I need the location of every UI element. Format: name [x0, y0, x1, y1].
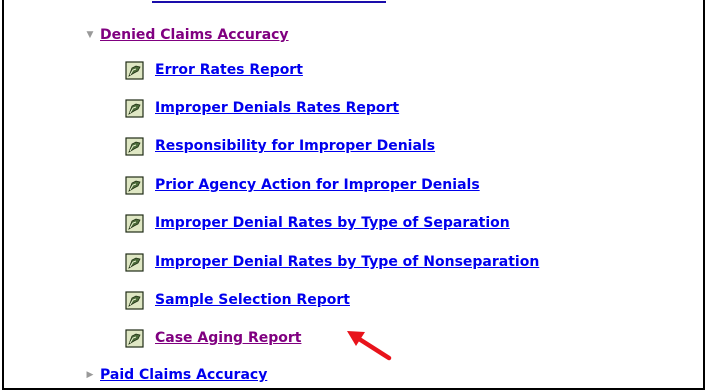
sample-selection-report-link[interactable]: Sample Selection Report [155, 292, 350, 308]
list-item-case-aging-report[interactable]: Case Aging Report [125, 326, 301, 350]
report-icon[interactable] [125, 60, 144, 80]
paid-claims-accuracy-link[interactable]: Paid Claims Accuracy [100, 367, 267, 383]
denied-claims-accuracy-link[interactable]: Denied Claims Accuracy [100, 27, 289, 43]
prior-agency-action-for-improper-denials-link[interactable]: Prior Agency Action for Improper Denials [155, 177, 480, 193]
red-arrow-icon [347, 331, 392, 361]
list-item-improper-denial-rates-by-type-of-nonseparation[interactable]: Improper Denial Rates by Type of Nonsepa… [125, 250, 539, 274]
report-icon[interactable] [125, 252, 144, 272]
paid-claims-group[interactable]: ▶ Paid Claims Accuracy [84, 367, 268, 383]
report-tree: ▼ Denied Claims Accuracy Error Rates Rep… [4, 0, 703, 388]
triangle-down-icon[interactable]: ▼ [84, 29, 96, 41]
case-aging-report-link[interactable]: Case Aging Report [155, 330, 301, 346]
denied-claims-group[interactable]: ▼ Denied Claims Accuracy [84, 27, 289, 43]
list-item-responsibility-for-improper-denials[interactable]: Responsibility for Improper Denials [125, 134, 435, 158]
improper-denials-rates-report-link[interactable]: Improper Denials Rates Report [155, 100, 399, 116]
list-item-prior-agency-action-for-improper-denials[interactable]: Prior Agency Action for Improper Denials [125, 173, 480, 197]
report-icon[interactable] [125, 328, 144, 348]
list-item-error-rates-report[interactable]: Error Rates Report [125, 58, 303, 82]
list-item-improper-denial-rates-by-type-of-separation[interactable]: Improper Denial Rates by Type of Separat… [125, 211, 510, 235]
triangle-right-icon[interactable]: ▶ [84, 369, 96, 381]
improper-denial-rates-by-type-of-separation-link[interactable]: Improper Denial Rates by Type of Separat… [155, 215, 510, 231]
report-icon[interactable] [125, 98, 144, 118]
error-rates-report-link[interactable]: Error Rates Report [155, 62, 303, 78]
report-icon[interactable] [125, 175, 144, 195]
report-icon[interactable] [125, 290, 144, 310]
report-icon[interactable] [125, 136, 144, 156]
list-item-improper-denials-rates-report[interactable]: Improper Denials Rates Report [125, 96, 399, 120]
report-icon[interactable] [125, 213, 144, 233]
responsibility-for-improper-denials-link[interactable]: Responsibility for Improper Denials [155, 138, 435, 154]
report-tree-panel: ▼ Denied Claims Accuracy Error Rates Rep… [2, 0, 705, 390]
list-item-sample-selection-report[interactable]: Sample Selection Report [125, 288, 350, 312]
improper-denial-rates-by-type-of-nonseparation-link[interactable]: Improper Denial Rates by Type of Nonsepa… [155, 254, 539, 270]
